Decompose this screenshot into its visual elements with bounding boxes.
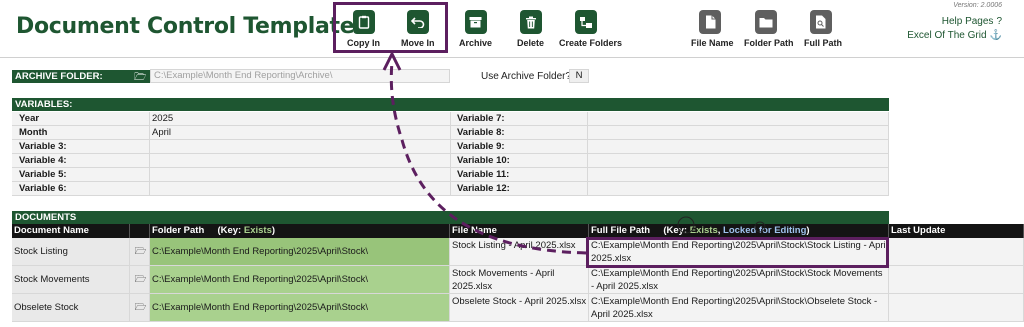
variable-row: Variable 6: Variable 12: bbox=[12, 182, 889, 196]
variable-value[interactable] bbox=[588, 182, 889, 196]
document-name-cell[interactable]: Obselete Stock bbox=[12, 294, 130, 321]
variables-table: Year 2025 Variable 7: Month April Variab… bbox=[12, 112, 889, 196]
create-folders-button[interactable]: Create Folders bbox=[559, 10, 622, 48]
variable-label: Variable 4: bbox=[12, 154, 150, 168]
full-path-highlight-box bbox=[586, 237, 889, 268]
column-folder-path: Folder Path (Key: Exists) bbox=[150, 224, 450, 238]
variable-value[interactable] bbox=[588, 126, 889, 140]
folders-icon bbox=[575, 10, 597, 34]
variable-label: Variable 11: bbox=[451, 168, 588, 182]
variables-header: VARIABLES: bbox=[12, 98, 889, 111]
key-locked-label: Locked for Editing bbox=[723, 225, 807, 236]
create-folders-label: Create Folders bbox=[559, 38, 623, 48]
variable-value[interactable] bbox=[150, 182, 451, 196]
help-links: Help Pages? Excel Of The Grid ⚓ bbox=[907, 15, 1002, 43]
page-title: Document Control Template bbox=[16, 14, 355, 39]
documents-header: DOCUMENTS bbox=[12, 211, 889, 224]
key-exists-label: Exists bbox=[689, 225, 718, 236]
table-row: Stock Movements 🗁 C:\Example\Month End R… bbox=[12, 266, 1024, 294]
column-document-name: Document Name bbox=[12, 224, 130, 238]
folder-picker-icon[interactable]: 🗁 bbox=[130, 238, 150, 265]
variable-value[interactable] bbox=[588, 112, 889, 126]
link-icon: ⚓ bbox=[989, 30, 1002, 41]
variable-label: Month bbox=[12, 126, 150, 140]
delete-label: Delete bbox=[517, 38, 545, 48]
variable-row: Year 2025 Variable 7: bbox=[12, 112, 889, 126]
variable-value[interactable] bbox=[588, 154, 889, 168]
folder-icon bbox=[755, 10, 777, 34]
file-name-cell[interactable]: Obselete Stock - April 2025.xlsx bbox=[450, 294, 589, 321]
copy-move-highlight-box bbox=[333, 2, 448, 53]
variable-label: Variable 8: bbox=[451, 126, 588, 140]
question-icon: ? bbox=[996, 16, 1002, 27]
full-path-button[interactable]: Full Path bbox=[804, 10, 842, 48]
folder-picker-icon[interactable]: 🗁 bbox=[130, 294, 150, 321]
variable-value[interactable] bbox=[150, 168, 451, 182]
folder-path-button[interactable]: Folder Path bbox=[744, 10, 794, 48]
folder-path-cell[interactable]: C:\Example\Month End Reporting\2025\Apri… bbox=[150, 238, 450, 265]
folder-picker-icon[interactable]: 🗁 bbox=[130, 266, 150, 293]
variable-row: Variable 3: Variable 9: bbox=[12, 140, 889, 154]
document-name-cell[interactable]: Stock Listing bbox=[12, 238, 130, 265]
use-archive-label: Use Archive Folder? bbox=[481, 71, 572, 82]
document-name-cell[interactable]: Stock Movements bbox=[12, 266, 130, 293]
variable-label: Variable 12: bbox=[451, 182, 588, 196]
variable-value[interactable] bbox=[588, 168, 889, 182]
documents-column-headers: Document Name Folder Path (Key: Exists) … bbox=[12, 224, 1024, 238]
archive-button[interactable]: Archive bbox=[459, 10, 492, 48]
variable-value[interactable]: 2025 bbox=[150, 112, 451, 126]
column-file-name: File Name bbox=[450, 224, 589, 238]
archive-folder-label: ARCHIVE FOLDER: bbox=[12, 70, 150, 83]
variable-value[interactable]: April bbox=[150, 126, 451, 140]
excel-of-the-grid-link[interactable]: Excel Of The Grid ⚓ bbox=[907, 29, 1002, 43]
last-update-cell[interactable] bbox=[889, 266, 1024, 293]
archive-folder-picker-icon[interactable]: 🗁 bbox=[134, 70, 146, 87]
full-path-cell[interactable]: C:\Example\Month End Reporting\2025\Apri… bbox=[589, 266, 889, 293]
variable-label: Year bbox=[12, 112, 150, 126]
last-update-cell[interactable] bbox=[889, 294, 1024, 321]
variable-label: Variable 6: bbox=[12, 182, 150, 196]
variable-label: Variable 3: bbox=[12, 140, 150, 154]
column-folder-picker bbox=[130, 224, 150, 238]
key-exists-label: Exists bbox=[243, 225, 272, 236]
variable-value[interactable] bbox=[588, 140, 889, 154]
variable-row: Variable 4: Variable 10: bbox=[12, 154, 889, 168]
variable-row: Variable 5: Variable 11: bbox=[12, 168, 889, 182]
file-name-button[interactable]: File Name bbox=[691, 10, 734, 48]
file-name-cell[interactable]: Stock Listing - April 2025.xlsx bbox=[450, 238, 589, 265]
header-divider bbox=[0, 57, 1024, 58]
folder-path-cell[interactable]: C:\Example\Month End Reporting\2025\Apri… bbox=[150, 266, 450, 293]
variable-value[interactable] bbox=[150, 154, 451, 168]
variable-label: Variable 7: bbox=[451, 112, 588, 126]
archive-box-icon bbox=[464, 10, 487, 34]
column-last-update: Last Update bbox=[889, 224, 1024, 238]
variable-label: Variable 10: bbox=[451, 154, 588, 168]
delete-button[interactable]: Delete bbox=[517, 10, 544, 48]
table-row: Obselete Stock 🗁 C:\Example\Month End Re… bbox=[12, 294, 1024, 322]
version-label: Version: 2.0006 bbox=[953, 2, 1002, 9]
variable-label: Variable 5: bbox=[12, 168, 150, 182]
variable-row: Month April Variable 8: bbox=[12, 126, 889, 140]
file-name-cell[interactable]: Stock Movements - April 2025.xlsx bbox=[450, 266, 589, 293]
full-path-cell[interactable]: C:\Example\Month End Reporting\2025\Apri… bbox=[589, 294, 889, 321]
column-full-file-path: Full File Path (Key: Exists, Locked for … bbox=[589, 224, 889, 238]
archive-label: Archive bbox=[459, 38, 493, 48]
last-update-cell[interactable] bbox=[889, 238, 1024, 265]
variable-label: Variable 9: bbox=[451, 140, 588, 154]
file-name-label: File Name bbox=[691, 38, 734, 48]
archive-folder-path[interactable]: C:\Example\Month End Reporting\Archive\ bbox=[150, 69, 450, 83]
use-archive-value[interactable]: N bbox=[569, 69, 589, 83]
file-icon bbox=[699, 10, 721, 34]
help-pages-link[interactable]: Help Pages? bbox=[907, 15, 1002, 29]
full-path-label: Full Path bbox=[804, 38, 842, 48]
file-search-icon bbox=[810, 10, 832, 34]
folder-path-cell[interactable]: C:\Example\Month End Reporting\2025\Apri… bbox=[150, 294, 450, 321]
variable-value[interactable] bbox=[150, 140, 451, 154]
trash-icon bbox=[519, 10, 542, 34]
folder-path-label: Folder Path bbox=[744, 38, 794, 48]
